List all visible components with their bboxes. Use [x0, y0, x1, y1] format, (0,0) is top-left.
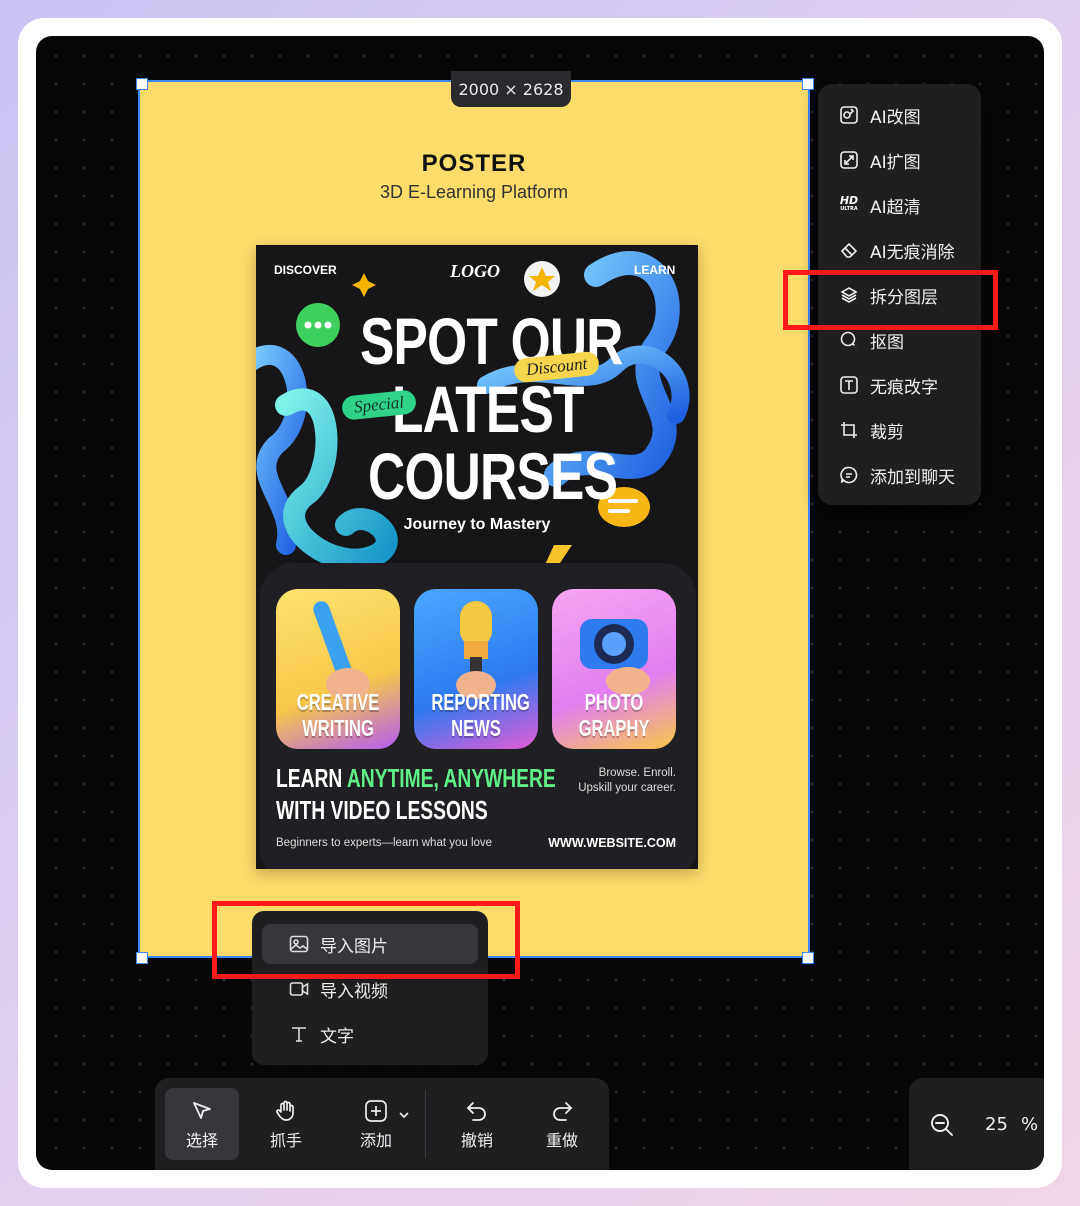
browse-line-1: Browse. Enroll.	[598, 767, 676, 779]
hand-icon	[274, 1097, 298, 1125]
cutout-icon	[838, 329, 860, 351]
menu-item-label: 抠图	[870, 332, 904, 353]
poster-image[interactable]: DISCOVER LOGO LEARN SPOT OUR LATEST COUR…	[256, 245, 698, 869]
menu-item-cutout[interactable]: 抠图	[818, 320, 981, 360]
menu-item-ai-expand[interactable]: AI扩图	[818, 140, 981, 180]
chevron-down-icon	[399, 1112, 409, 1119]
beginners-text: Beginners to experts—learn what you love	[276, 837, 493, 849]
menu-item-label: AI超清	[870, 197, 921, 218]
hd-icon-text: HD	[839, 194, 859, 207]
course-card-reporting-news: REPORTING NEWS	[414, 589, 538, 749]
zoom-unit: %	[1021, 1114, 1039, 1135]
learn-highlight: ANYTIME, ANYWHERE	[346, 763, 556, 793]
ai-edit-image-icon	[838, 104, 860, 126]
text-edit-icon	[838, 374, 860, 396]
undo-label: 撤销	[460, 1131, 493, 1150]
add-tool-button[interactable]: 添加	[333, 1088, 419, 1160]
menu-item-label: AI扩图	[870, 152, 921, 173]
artboard[interactable]: POSTER 3D E-Learning Platform DISCOVER L…	[138, 80, 810, 958]
menu-item-label: 添加到聊天	[870, 467, 955, 488]
menu-item-label: 拆分图层	[870, 287, 938, 308]
add-popup-menu: 导入图片 导入视频 文字	[252, 911, 488, 1065]
menu-item-label: 导入图片	[320, 936, 388, 957]
hand-tool-label: 抓手	[269, 1131, 302, 1150]
design-canvas[interactable]: 2000 × 2628 POSTER 3D E-Learning Platfor…	[36, 36, 1044, 1170]
menu-item-ai-edit[interactable]: AI改图	[818, 95, 981, 135]
resize-handle-top-right[interactable]	[802, 78, 814, 90]
menu-item-text[interactable]: 文字	[262, 1014, 478, 1054]
zoom-value[interactable]: 25	[985, 1114, 1008, 1135]
chat-add-icon	[838, 464, 860, 486]
menu-item-split-layers[interactable]: 拆分图层	[818, 275, 981, 315]
menu-item-label: AI无痕消除	[870, 242, 955, 263]
menu-item-import-image[interactable]: 导入图片	[262, 924, 478, 964]
video-icon	[288, 978, 310, 1000]
menu-item-import-video[interactable]: 导入视频	[262, 969, 478, 1009]
menu-item-label: 无痕改字	[870, 377, 938, 398]
image-context-menu: AI改图 AI扩图 HD ULTRA AI超清 AI无痕消除 拆分图层 抠图 无…	[818, 84, 981, 505]
redo-icon	[550, 1097, 574, 1125]
image-icon	[288, 933, 310, 955]
select-tool-button[interactable]: 选择	[165, 1088, 239, 1160]
resize-handle-bottom-right[interactable]	[802, 952, 814, 964]
course-label: REPORTING NEWS	[431, 689, 530, 741]
discover-label: DISCOVER	[274, 263, 337, 277]
menu-item-label: 导入视频	[320, 981, 388, 1002]
headline-line-2: LATEST	[392, 372, 584, 446]
browse-text: Browse. Enroll. Upskill your career.	[578, 766, 676, 796]
browse-line-2: Upskill your career.	[578, 782, 676, 794]
poster-logo: LOGO	[450, 261, 500, 281]
menu-item-label: 裁剪	[870, 422, 904, 443]
learn-anytime-line: LEARN ANYTIME, ANYWHERE	[276, 763, 556, 794]
zoom-out-icon[interactable]	[929, 1112, 955, 1143]
bottom-toolbar: 选择 抓手 添加 撤销 重做	[155, 1078, 609, 1170]
hd-icon-subtext: ULTRA	[840, 206, 858, 212]
poster-heading: POSTER	[421, 150, 527, 177]
menu-item-crop[interactable]: 裁剪	[818, 410, 981, 450]
course-card-photography: PHOTO GRAPHY	[552, 589, 676, 749]
eraser-icon	[838, 239, 860, 261]
text-icon	[288, 1023, 310, 1045]
hd-ultra-icon: HD ULTRA	[838, 194, 860, 216]
menu-item-add-to-chat[interactable]: 添加到聊天	[818, 455, 981, 495]
crop-icon	[838, 419, 860, 441]
layers-icon	[838, 284, 860, 306]
zoom-control: 25 %	[909, 1078, 1044, 1170]
resize-handle-top-left[interactable]	[136, 78, 148, 90]
resize-handle-bottom-left[interactable]	[136, 952, 148, 964]
hand-tool-button[interactable]: 抓手	[249, 1088, 323, 1160]
course-card-creative-writing: CREATIVE WRITING	[276, 589, 400, 749]
learn-label: LEARN	[634, 263, 676, 277]
menu-item-ai-erase[interactable]: AI无痕消除	[818, 230, 981, 270]
menu-item-label: AI改图	[870, 107, 921, 128]
menu-item-label: 文字	[320, 1026, 354, 1047]
redo-label: 重做	[545, 1131, 578, 1150]
journey-subtitle: Journey to Mastery	[403, 516, 551, 533]
headline-line-3: COURSES	[368, 439, 618, 513]
ai-expand-icon	[838, 149, 860, 171]
undo-icon	[465, 1097, 489, 1125]
menu-item-ai-hd[interactable]: HD ULTRA AI超清	[818, 185, 981, 225]
toolbar-divider	[425, 1090, 426, 1158]
course-label: CREATIVE WRITING	[296, 689, 380, 741]
learn-prefix: LEARN	[276, 763, 347, 793]
plus-box-icon	[364, 1097, 409, 1125]
cursor-icon	[191, 1097, 213, 1125]
dimensions-badge: 2000 × 2628	[451, 71, 571, 107]
undo-button[interactable]: 撤销	[440, 1088, 514, 1160]
menu-item-edit-text[interactable]: 无痕改字	[818, 365, 981, 405]
redo-button[interactable]: 重做	[525, 1088, 599, 1160]
course-label: PHOTO GRAPHY	[578, 689, 650, 741]
add-tool-label: 添加	[359, 1131, 392, 1150]
video-lessons-line: WITH VIDEO LESSONS	[276, 795, 488, 825]
website-text: WWW.WEBSITE.COM	[548, 836, 676, 850]
select-tool-label: 选择	[185, 1131, 218, 1150]
poster-subheading: 3D E-Learning Platform	[379, 182, 569, 202]
